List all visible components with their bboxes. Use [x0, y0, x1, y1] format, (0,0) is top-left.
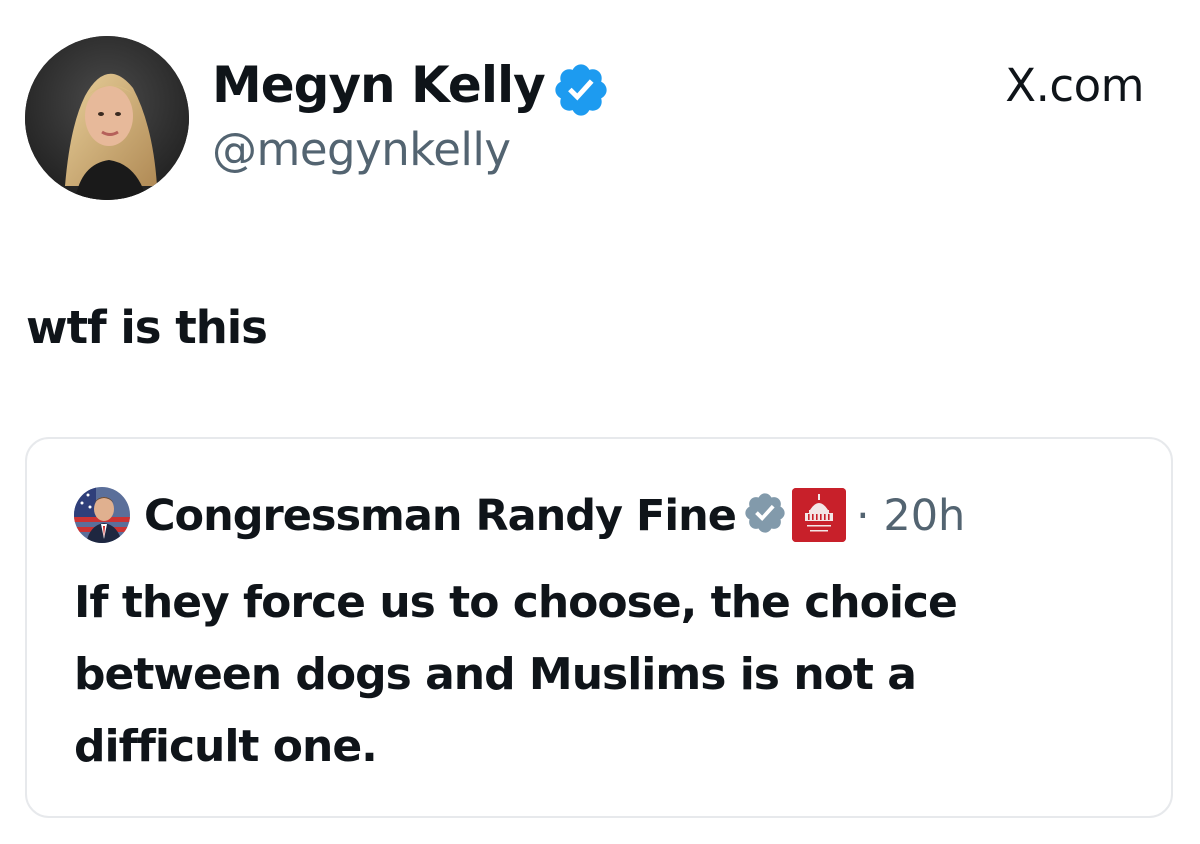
quoted-author-display-name[interactable]: Congressman Randy Fine: [144, 487, 737, 545]
gray-verified-badge-icon: [742, 490, 788, 540]
author-display-name[interactable]: Megyn Kelly: [212, 50, 546, 120]
verified-badge-icon: [551, 60, 611, 124]
quoted-post-timestamp[interactable]: · 20h: [856, 487, 965, 545]
quoted-post-card[interactable]: Congressman Randy Fine · 20h If they for…: [25, 437, 1173, 818]
profile-photo-icon: [25, 36, 189, 200]
quoted-post-text: If they force us to choose, the choice b…: [74, 567, 1134, 783]
quoted-post-text-line: between dogs and Muslims is not a: [74, 649, 917, 700]
author-handle[interactable]: @megynkelly: [212, 118, 511, 182]
quoted-author-avatar[interactable]: [74, 487, 130, 543]
house-gop-capitol-badge-icon[interactable]: [792, 488, 846, 542]
post-text: wtf is this: [26, 301, 268, 354]
profile-photo-with-flag-icon: [74, 487, 130, 543]
source-label: X.com: [1005, 59, 1144, 112]
quoted-post-text-line: If they force us to choose, the choice: [74, 577, 958, 628]
quoted-post-text-line: difficult one.: [74, 721, 378, 772]
author-avatar[interactable]: [25, 36, 189, 200]
